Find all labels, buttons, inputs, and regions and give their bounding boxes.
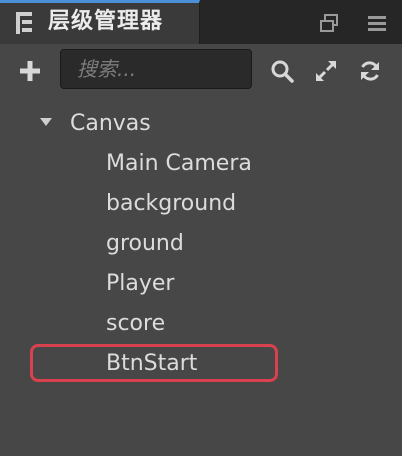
node-label: Main Camera bbox=[106, 151, 252, 176]
node-label: BtnStart bbox=[106, 351, 198, 376]
refresh-icon[interactable] bbox=[358, 59, 382, 83]
node-label: background bbox=[106, 191, 237, 216]
hierarchy-panel: 层级管理器 搜索... Canvas Main Camera backgroun… bbox=[0, 0, 402, 456]
node-label: score bbox=[106, 311, 166, 336]
popout-icon[interactable] bbox=[318, 12, 340, 34]
expand-icon[interactable] bbox=[314, 59, 338, 83]
tree-node-ground[interactable]: ground bbox=[106, 224, 184, 264]
hierarchy-icon bbox=[16, 12, 32, 34]
plus-icon[interactable] bbox=[18, 59, 42, 83]
tab-hierarchy[interactable]: 层级管理器 bbox=[0, 0, 200, 44]
tree-node-main-camera[interactable]: Main Camera bbox=[106, 144, 252, 184]
node-label: Canvas bbox=[70, 111, 151, 136]
node-label: Player bbox=[106, 271, 175, 296]
tree-node-canvas[interactable]: Canvas bbox=[40, 104, 151, 144]
tab-title: 层级管理器 bbox=[48, 9, 164, 34]
tree-node-btnstart[interactable]: BtnStart bbox=[106, 344, 197, 384]
search-input[interactable] bbox=[60, 49, 252, 89]
toolbar bbox=[0, 44, 402, 98]
search-icon[interactable] bbox=[270, 59, 294, 83]
menu-icon[interactable] bbox=[366, 12, 388, 34]
tab-bar: 层级管理器 bbox=[0, 0, 402, 44]
tree-node-player[interactable]: Player bbox=[106, 264, 174, 304]
tree-node-score[interactable]: score bbox=[106, 304, 165, 344]
expand-arrow-icon[interactable] bbox=[40, 118, 52, 126]
node-label: ground bbox=[106, 231, 184, 256]
tree-node-background[interactable]: background bbox=[106, 184, 236, 224]
